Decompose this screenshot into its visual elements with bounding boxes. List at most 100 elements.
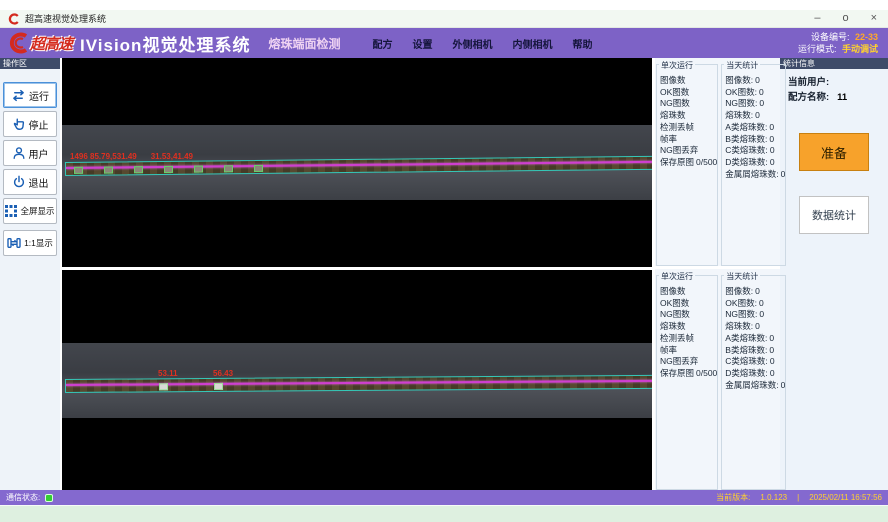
stat-row: 图像数 — [660, 286, 717, 298]
stat-row: NG图数 — [660, 309, 717, 321]
stat-row: 检测丢帧 — [660, 333, 717, 345]
detection-box — [254, 165, 263, 172]
exit-button-label: 退出 — [29, 175, 49, 190]
stat-row: 图像数 — [660, 75, 717, 87]
data-statistics-button[interactable]: 数据统计 — [799, 196, 869, 234]
single-run-groupbox: 单次运行 图像数 OK图数 NG图数 熔珠数 检测丢帧 帧率 NG图丢弃 保存原… — [656, 64, 718, 266]
user-button[interactable]: 用户 — [3, 140, 57, 166]
fullscreen-button[interactable]: 全屏显示 — [3, 198, 57, 224]
stop-button-label: 停止 — [29, 117, 49, 132]
menu-item-inner-camera[interactable]: 内侧相机 — [512, 36, 552, 51]
stat-row: NG图数:0 — [725, 309, 785, 321]
centerline-overlay — [66, 380, 652, 386]
prepare-button[interactable]: 准备 — [799, 133, 869, 171]
device-number-value: 22-33 — [855, 32, 878, 42]
os-titlebar: 超高速视觉处理系统 – o × — [0, 10, 888, 28]
run-button-label: 运行 — [29, 88, 49, 103]
stat-row: 熔珠数 — [660, 110, 717, 122]
stat-row: B类熔珠数:0 — [725, 134, 785, 146]
app-logo-icon — [8, 13, 20, 25]
one-to-one-button[interactable]: 1:1显示 — [3, 230, 57, 256]
stat-row: 保存原图0/500 — [660, 368, 717, 380]
one-to-one-icon — [7, 237, 21, 249]
comm-status-indicator — [45, 494, 53, 502]
fullscreen-grid-icon — [5, 205, 17, 217]
stat-row: 图像数:0 — [725, 75, 785, 87]
stat-row: 熔珠数:0 — [725, 110, 785, 122]
statistics-column: 单次运行 图像数 OK图数 NG图数 熔珠数 检测丢帧 帧率 NG图丢弃 保存原… — [655, 58, 780, 490]
device-number-label: 设备编号: — [811, 32, 850, 42]
comm-status-label: 通信状态: — [6, 492, 40, 503]
single-run-groupbox: 单次运行 图像数 OK图数 NG图数 熔珠数 检测丢帧 帧率 NG图丢弃 保存原… — [656, 275, 718, 490]
user-button-label: 用户 — [29, 146, 49, 161]
run-mode-label: 运行模式: — [798, 44, 837, 54]
app-title: IVision视觉处理系统 — [80, 31, 250, 56]
stat-row: 帧率 — [660, 345, 717, 357]
stat-row: C类熔珠数:0 — [725, 145, 785, 157]
stat-row: D类熔珠数:0 — [725, 368, 785, 380]
stat-row: C类熔珠数:0 — [725, 356, 785, 368]
stop-button[interactable]: 停止 — [3, 111, 57, 137]
exit-button[interactable]: 退出 — [3, 169, 57, 195]
fullscreen-button-label: 全屏显示 — [20, 205, 54, 217]
menu-item-outer-camera[interactable]: 外侧相机 — [452, 36, 492, 51]
stat-row: NG图丢弃 — [660, 145, 717, 157]
user-icon — [12, 146, 26, 160]
stat-row: OK图数:0 — [725, 298, 785, 310]
operation-sidebar: 操作区 运行 停止 — [0, 58, 60, 490]
stat-row: OK图数 — [660, 87, 717, 99]
stat-row: 帧率 — [660, 134, 717, 146]
detection-box — [104, 166, 113, 173]
stat-row: NG图数 — [660, 98, 717, 110]
window-title: 超高速视觉处理系统 — [25, 12, 106, 25]
restore-button[interactable]: o — [839, 13, 851, 24]
stat-row: 熔珠数:0 — [725, 321, 785, 333]
stat-row: NG图数:0 — [725, 98, 785, 110]
one-to-one-button-label: 1:1显示 — [24, 237, 53, 249]
stat-row: A类熔珠数:0 — [725, 333, 785, 345]
menu-item-settings[interactable]: 设置 — [412, 36, 432, 51]
detection-box — [164, 166, 173, 173]
run-button[interactable]: 运行 — [3, 82, 57, 108]
stat-row: 保存原图0/500 — [660, 157, 717, 169]
minimize-button[interactable]: – — [811, 13, 823, 24]
detection-box — [134, 166, 143, 173]
outer-camera-stats: 单次运行 图像数 OK图数 NG图数 熔珠数 检测丢帧 帧率 NG图丢弃 保存原… — [655, 58, 780, 266]
power-icon — [12, 175, 26, 189]
version-value: 1.0.123 — [760, 493, 787, 502]
menu-item-recipe[interactable]: 配方 — [372, 36, 392, 51]
hand-stop-icon — [12, 117, 26, 131]
stat-row: 检测丢帧 — [660, 122, 717, 134]
centerline-overlay — [66, 161, 652, 169]
current-user-row: 当前用户: — [788, 75, 880, 90]
detection-box — [159, 383, 168, 390]
datetime-value: 2025/02/11 16:57:56 — [809, 493, 882, 502]
device-info: 设备编号: 22-33 运行模式: 手动调试 — [798, 31, 878, 55]
inner-camera-view: 53.11 56.43 — [62, 270, 652, 490]
outer-camera-view: 1496 85.79,531.4931.53,41.49 — [62, 58, 652, 267]
daily-stats-groupbox: 当天统计 图像数:0 OK图数:0 NG图数:0 熔珠数:0 A类熔珠数:0 B… — [721, 64, 786, 266]
measurement-annotation: 53.11 — [158, 369, 178, 378]
detection-box — [214, 383, 223, 390]
stat-row: 图像数:0 — [725, 286, 785, 298]
measurement-annotation: 1496 85.79,531.4931.53,41.49 — [70, 152, 193, 161]
run-mode-value: 手动调试 — [842, 44, 878, 54]
stat-row: 金属屑熔珠数:0 — [725, 169, 785, 181]
stat-row: 金属屑熔珠数:0 — [725, 380, 785, 392]
menu-item-help[interactable]: 帮助 — [572, 36, 592, 51]
stat-row: D类熔珠数:0 — [725, 157, 785, 169]
brand-logo-text: 超高速 — [30, 33, 72, 54]
detection-box — [74, 167, 83, 174]
info-panel-caption: 统计信息 — [780, 58, 888, 69]
inner-camera-stats: 单次运行 图像数 OK图数 NG图数 熔珠数 检测丢帧 帧率 NG图丢弃 保存原… — [655, 269, 780, 490]
detection-box — [224, 165, 233, 172]
stat-row: NG图丢弃 — [660, 356, 717, 368]
status-bar: 通信状态: 当前版本: 1.0.123 | 2025/02/11 16:57:5… — [0, 490, 888, 505]
sidebar-caption: 操作区 — [0, 58, 60, 69]
status-separator: | — [797, 493, 799, 502]
stat-row: OK图数 — [660, 298, 717, 310]
camera-views: 1496 85.79,531.4931.53,41.49 53.11 56.4 — [62, 58, 652, 490]
close-button[interactable]: × — [868, 13, 880, 24]
stat-row: B类熔珠数:0 — [725, 345, 785, 357]
app-subtitle: 熔珠端面检测 — [268, 35, 340, 52]
